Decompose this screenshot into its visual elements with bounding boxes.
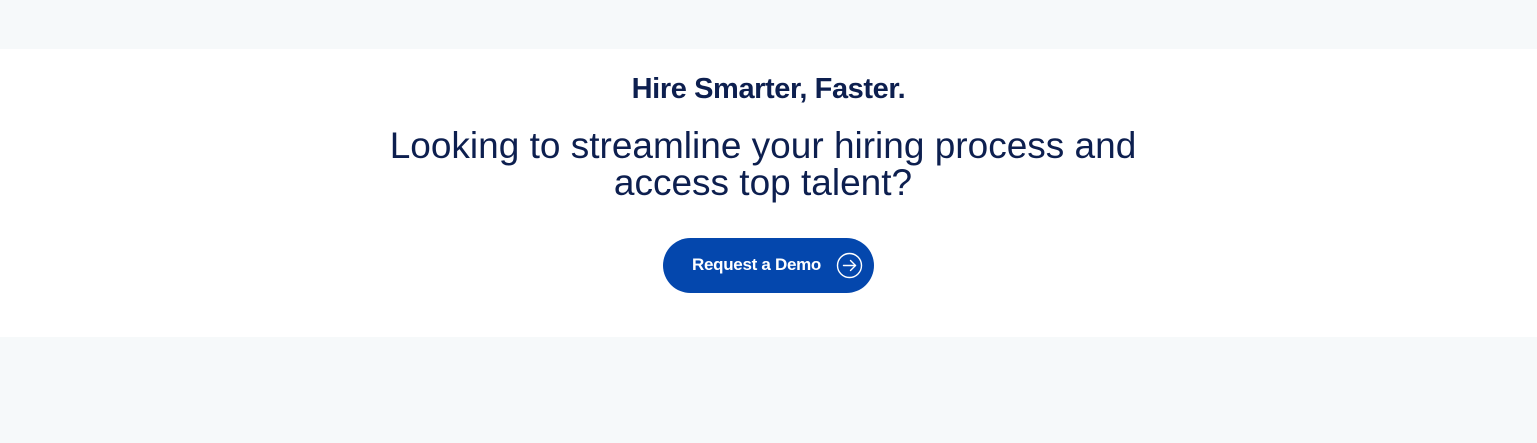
cta-heading: Hire Smarter, Faster. [631, 73, 906, 105]
bottom-background-band [0, 337, 1537, 443]
top-background-band [0, 0, 1537, 49]
arrow-right-circle-icon [836, 252, 863, 279]
request-demo-button[interactable]: Request a Demo [663, 238, 874, 293]
request-demo-button-label: Request a Demo [692, 255, 822, 274]
cta-subheading: Looking to streamline your hiring proces… [389, 125, 1137, 203]
